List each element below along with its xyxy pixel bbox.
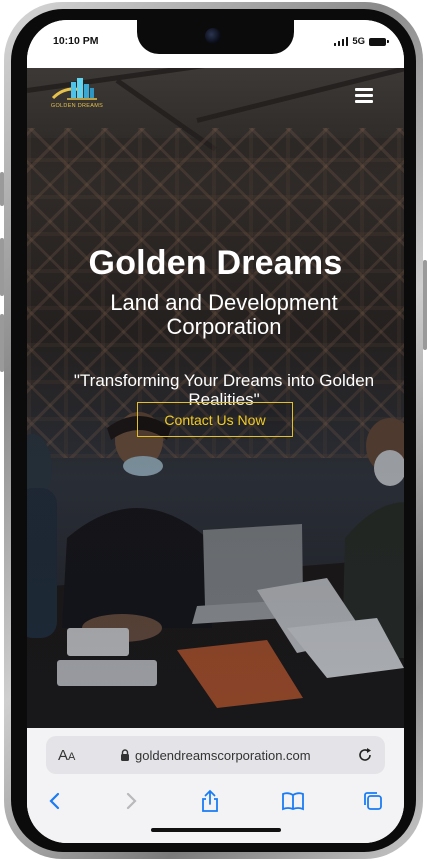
status-time: 10:10 PM bbox=[53, 35, 99, 47]
reload-icon[interactable] bbox=[356, 746, 374, 764]
front-camera-icon bbox=[205, 28, 221, 44]
status-indicators: 5G bbox=[333, 36, 389, 47]
hero-section: GOLDEN DREAMS Golden Dreams Land and Dev… bbox=[27, 68, 404, 728]
back-icon[interactable] bbox=[42, 788, 68, 814]
network-label: 5G bbox=[352, 36, 365, 47]
volume-up-button bbox=[0, 238, 4, 296]
browser-toolbar: AA goldendreamscorporation.com bbox=[27, 728, 404, 843]
volume-down-button bbox=[0, 314, 4, 372]
home-indicator[interactable] bbox=[151, 828, 281, 832]
logo-text: GOLDEN DREAMS bbox=[50, 103, 104, 109]
hero-subtitle: Land and Development Corporation bbox=[110, 290, 338, 339]
navigation-toolbar bbox=[27, 788, 404, 818]
url-text: goldendreamscorporation.com bbox=[135, 748, 311, 763]
lock-icon bbox=[121, 749, 129, 761]
hero-title: Golden Dreams bbox=[88, 244, 343, 282]
text-size-button[interactable]: AA bbox=[58, 747, 75, 764]
battery-icon bbox=[369, 37, 389, 46]
action-button bbox=[0, 172, 4, 206]
company-logo[interactable]: GOLDEN DREAMS bbox=[47, 76, 107, 116]
contact-us-button[interactable]: Contact Us Now bbox=[137, 402, 293, 437]
hamburger-menu-icon[interactable] bbox=[355, 88, 373, 104]
bookmarks-icon[interactable] bbox=[280, 788, 306, 814]
phone-screen: 10:10 PM 5G GOLDEN DREAMS Golden Dreams … bbox=[27, 20, 404, 843]
power-button bbox=[423, 260, 427, 350]
building-logo-icon bbox=[51, 78, 97, 100]
tabs-icon[interactable] bbox=[360, 788, 386, 814]
address-bar[interactable]: AA goldendreamscorporation.com bbox=[46, 736, 385, 774]
forward-icon[interactable] bbox=[118, 788, 144, 814]
signal-icon bbox=[333, 37, 349, 46]
share-icon[interactable] bbox=[197, 788, 223, 814]
status-bar: 10:10 PM 5G bbox=[27, 20, 404, 68]
